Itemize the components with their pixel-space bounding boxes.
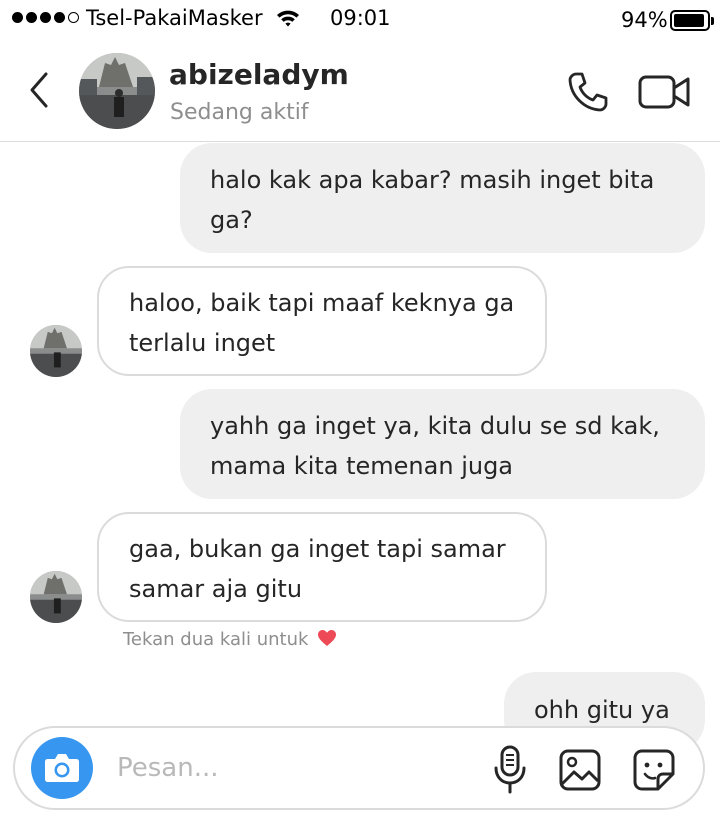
sticker-icon xyxy=(633,749,675,791)
message-bubble-sent[interactable]: yahh ga inget ya, kita dulu se sd kak, m… xyxy=(180,389,705,499)
heart-icon xyxy=(317,629,337,647)
video-call-button[interactable] xyxy=(638,72,692,112)
message-input[interactable] xyxy=(117,742,457,794)
message-composer xyxy=(13,726,705,810)
double-tap-hint: Tekan dua kali untuk xyxy=(123,629,337,650)
message-text: gaa, bukan ga inget tapi samar samar aja… xyxy=(129,535,506,603)
wifi-icon xyxy=(276,8,300,28)
message-text: ohh gitu ya xyxy=(534,696,670,724)
microphone-icon xyxy=(494,745,526,794)
active-status: Sedang aktif xyxy=(170,100,309,125)
message-text: yahh ga inget ya, kita dulu se sd kak, m… xyxy=(210,412,660,480)
back-button[interactable] xyxy=(22,70,58,110)
chat-header: abizeladym Sedang aktif xyxy=(0,40,720,142)
battery-percentage: 94% xyxy=(621,8,668,32)
microphone-button[interactable] xyxy=(492,744,528,796)
message-bubble-sent[interactable]: halo kak apa kabar? masih inget bita ga? xyxy=(180,143,705,253)
hint-text: Tekan dua kali untuk xyxy=(123,629,309,650)
battery-icon xyxy=(670,10,714,31)
status-bar: Tsel-PakaiMasker 09:01 94% xyxy=(0,0,720,40)
message-text: halo kak apa kabar? masih inget bita ga? xyxy=(210,166,655,234)
sender-avatar[interactable] xyxy=(30,571,82,623)
contact-avatar[interactable] xyxy=(79,53,155,129)
contact-username[interactable]: abizeladym xyxy=(169,58,349,91)
carrier-name: Tsel-PakaiMasker xyxy=(86,6,263,30)
status-time: 09:01 xyxy=(330,6,391,30)
sender-avatar[interactable] xyxy=(30,325,82,377)
image-icon xyxy=(559,749,601,791)
message-bubble-received[interactable]: haloo, baik tapi maaf keknya ga terlalu … xyxy=(97,266,547,376)
voice-call-button[interactable] xyxy=(566,70,610,114)
signal-strength-icon xyxy=(12,12,79,23)
gallery-button[interactable] xyxy=(558,748,602,792)
camera-button[interactable] xyxy=(31,737,93,799)
message-text: haloo, baik tapi maaf keknya ga terlalu … xyxy=(129,289,515,357)
camera-icon xyxy=(45,754,79,782)
message-bubble-received[interactable]: gaa, bukan ga inget tapi samar samar aja… xyxy=(97,512,547,622)
sticker-button[interactable] xyxy=(632,748,676,792)
